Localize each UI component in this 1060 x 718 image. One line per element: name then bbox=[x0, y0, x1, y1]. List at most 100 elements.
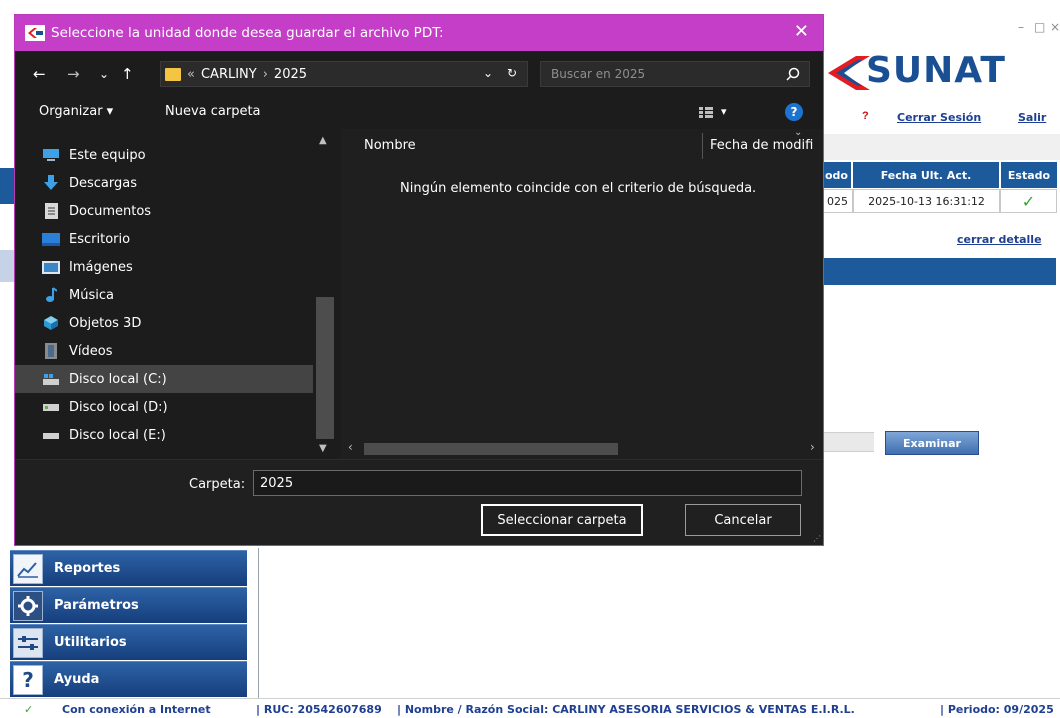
dialog-bottom-area: Carpeta: Seleccionar carpeta Cancelar ⋰ bbox=[15, 459, 823, 545]
scroll-up-icon[interactable]: ▲ bbox=[319, 135, 327, 146]
drive-icon bbox=[41, 427, 61, 443]
address-bar[interactable]: « CARLINY › 2025 ⌄ ↻ bbox=[160, 61, 528, 87]
menu-label-reportes: Reportes bbox=[54, 561, 121, 576]
tree-item-documentos[interactable]: Documentos bbox=[15, 197, 313, 225]
menu-item-ayuda[interactable]: ? Ayuda bbox=[10, 661, 247, 697]
logout-link[interactable]: Cerrar Sesión bbox=[897, 111, 981, 124]
close-detail-link[interactable]: cerrar detalle bbox=[957, 233, 1042, 246]
navigation-pane[interactable]: Este equipo Descargas Documentos Escrito… bbox=[15, 129, 341, 459]
close-icon[interactable]: × bbox=[1050, 20, 1060, 34]
connection-status-icon: ✓ bbox=[24, 703, 34, 716]
tree-item-disco-c[interactable]: Disco local (C:) bbox=[15, 365, 313, 393]
menu-label-ayuda: Ayuda bbox=[54, 672, 100, 687]
tree-label: Este equipo bbox=[69, 147, 146, 163]
file-path-input[interactable] bbox=[822, 432, 874, 452]
table-cell-period: 025 bbox=[822, 189, 853, 213]
status-company: | Nombre / Razón Social: CARLINY ASESORI… bbox=[397, 703, 855, 716]
tree-item-este-equipo[interactable]: Este equipo bbox=[15, 141, 313, 169]
recent-locations-chevron-icon[interactable]: ⌄ bbox=[99, 67, 109, 81]
navigation-bar: ← → ⌄ ↑ « CARLINY › 2025 ⌄ ↻ Buscar en 2… bbox=[15, 51, 823, 95]
help-link[interactable]: ? bbox=[862, 110, 869, 122]
examinar-button[interactable]: Examinar bbox=[885, 431, 979, 455]
up-arrow-icon[interactable]: ↑ bbox=[121, 65, 134, 83]
refresh-icon[interactable]: ↻ bbox=[507, 66, 517, 80]
scroll-left-icon[interactable]: ‹ bbox=[348, 440, 353, 454]
menu-item-parametros[interactable]: Parámetros bbox=[10, 587, 247, 623]
empty-list-message: Ningún elemento coincide con el criterio… bbox=[400, 181, 757, 196]
help-circle-icon[interactable]: ? bbox=[785, 103, 803, 121]
address-overflow[interactable]: « bbox=[187, 67, 195, 82]
bg-separator bbox=[822, 134, 1060, 160]
cancel-button[interactable]: Cancelar bbox=[685, 504, 801, 536]
breadcrumb-carliny[interactable]: CARLINY bbox=[201, 67, 257, 82]
status-connection: Con conexión a Internet bbox=[62, 703, 211, 716]
drive-icon bbox=[41, 399, 61, 415]
desktop-icon bbox=[41, 231, 61, 247]
column-header-name[interactable]: Nombre bbox=[364, 138, 416, 153]
list-horizontal-scrollbar[interactable]: ‹ › bbox=[342, 435, 823, 459]
tree-item-objetos-3d[interactable]: Objetos 3D bbox=[15, 309, 313, 337]
dialog-title: Seleccione la unidad donde desea guardar… bbox=[51, 25, 444, 41]
tree-label: Objetos 3D bbox=[69, 315, 142, 331]
select-folder-button[interactable]: Seleccionar carpeta bbox=[481, 504, 643, 536]
status-bar: ✓ Con conexión a Internet | RUC: 2054260… bbox=[0, 698, 1060, 718]
folder-label: Carpeta: bbox=[189, 477, 246, 492]
address-dropdown-chevron-icon[interactable]: ⌄ bbox=[483, 66, 493, 80]
app-icon bbox=[25, 25, 45, 41]
table-header-date: Fecha Ult. Act. bbox=[853, 162, 1000, 188]
dialog-toolbar: Organizar ▾ Nueva carpeta ▾ ? bbox=[15, 95, 823, 129]
tree-item-disco-e[interactable]: Disco local (E:) bbox=[15, 421, 313, 449]
minimize-icon[interactable]: – bbox=[1018, 20, 1024, 34]
dialog-titlebar: Seleccione la unidad donde desea guardar… bbox=[15, 15, 823, 51]
scroll-right-icon[interactable]: › bbox=[810, 440, 815, 454]
tree-scroll-thumb[interactable] bbox=[316, 297, 334, 439]
blue-band bbox=[822, 258, 1056, 285]
left-strip-blue bbox=[0, 168, 14, 204]
table-header-period: odo bbox=[822, 162, 852, 188]
videos-icon bbox=[41, 343, 61, 359]
view-dropdown-chevron-icon[interactable]: ▾ bbox=[721, 105, 727, 118]
document-icon bbox=[41, 203, 61, 219]
breadcrumb-separator[interactable]: › bbox=[263, 67, 268, 82]
status-ruc: | RUC: 20542607689 bbox=[256, 703, 382, 716]
menu-item-reportes[interactable]: Reportes bbox=[10, 550, 247, 586]
file-list[interactable]: Nombre ⌄ Fecha de modifi Ningún elemento… bbox=[342, 127, 823, 459]
maximize-icon[interactable]: □ bbox=[1034, 20, 1045, 34]
list-scroll-thumb[interactable] bbox=[364, 443, 618, 455]
column-divider[interactable] bbox=[702, 133, 703, 159]
table-header-status: Estado bbox=[1001, 162, 1058, 188]
tree-item-musica[interactable]: Música bbox=[15, 281, 313, 309]
status-period: | Periodo: 09/2025 bbox=[940, 703, 1054, 716]
view-options-icon[interactable] bbox=[699, 107, 713, 118]
search-box[interactable]: Buscar en 2025 bbox=[540, 61, 810, 87]
search-icon[interactable] bbox=[785, 66, 801, 82]
tree-label: Escritorio bbox=[69, 231, 131, 247]
scroll-down-icon[interactable]: ▼ bbox=[319, 443, 327, 454]
tree-label: Música bbox=[69, 287, 114, 303]
folder-icon bbox=[165, 67, 181, 81]
tree-item-disco-d[interactable]: Disco local (D:) bbox=[15, 393, 313, 421]
tree-item-videos[interactable]: Vídeos bbox=[15, 337, 313, 365]
search-placeholder: Buscar en 2025 bbox=[551, 67, 646, 81]
column-sort-chevron-icon: ⌄ bbox=[794, 127, 803, 138]
tree-label: Disco local (D:) bbox=[69, 399, 168, 415]
tree-label: Documentos bbox=[69, 203, 152, 219]
tree-item-descargas[interactable]: Descargas bbox=[15, 169, 313, 197]
tree-scrollbar[interactable]: ▲ ▼ bbox=[313, 129, 341, 459]
exit-link[interactable]: Salir bbox=[1018, 111, 1046, 124]
new-folder-button[interactable]: Nueva carpeta bbox=[165, 104, 261, 119]
tools-icon bbox=[10, 626, 46, 660]
tree-item-escritorio[interactable]: Escritorio bbox=[15, 225, 313, 253]
dialog-close-icon[interactable]: ✕ bbox=[794, 23, 809, 41]
organize-menu-button[interactable]: Organizar ▾ bbox=[39, 104, 113, 119]
breadcrumb-2025[interactable]: 2025 bbox=[274, 67, 307, 82]
pictures-icon bbox=[41, 259, 61, 275]
menu-item-utilitarios[interactable]: Utilitarios bbox=[10, 624, 247, 660]
back-arrow-icon[interactable]: ← bbox=[33, 65, 46, 83]
tree-item-imagenes[interactable]: Imágenes bbox=[15, 253, 313, 281]
resize-grip-icon[interactable]: ⋰ bbox=[813, 534, 821, 543]
address-controls: ⌄ ↻ bbox=[483, 66, 517, 80]
folder-input[interactable] bbox=[253, 470, 802, 496]
column-header-date[interactable]: Fecha de modifi bbox=[710, 138, 823, 153]
forward-arrow-icon[interactable]: → bbox=[67, 65, 80, 83]
